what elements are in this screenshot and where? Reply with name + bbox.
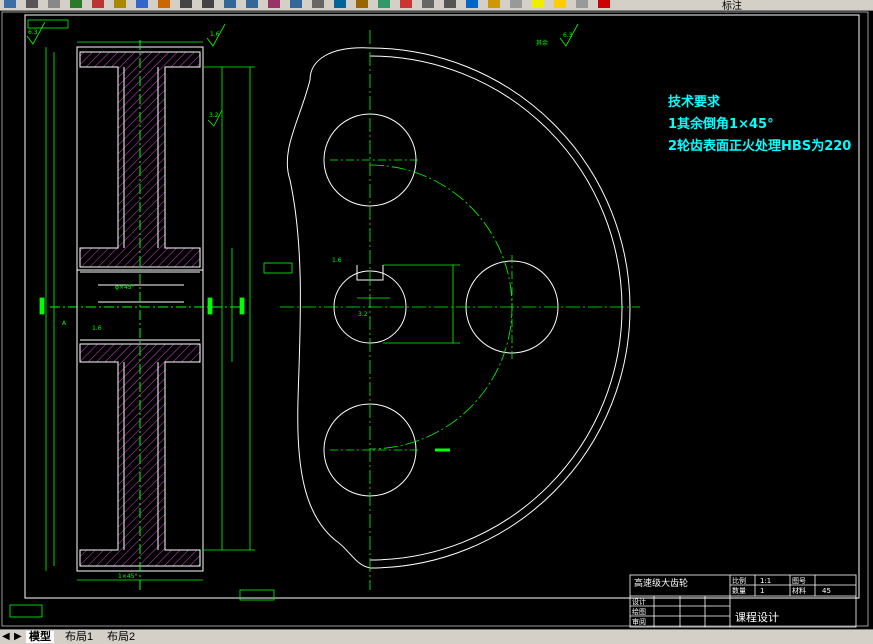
- cad-toolbar: 标注: [0, 0, 873, 11]
- calc-icon[interactable]: [422, 0, 434, 8]
- svg-text:A: A: [62, 320, 67, 327]
- svg-text:6.3: 6.3: [563, 32, 573, 39]
- svg-text:3.2: 3.2: [358, 311, 368, 318]
- technical-notes: 技术要求 1其余倒角1×45° 2轮齿表面正火处理HBS为220: [668, 94, 851, 154]
- svg-text:审阅: 审阅: [632, 617, 646, 626]
- svg-text:图号: 图号: [792, 577, 806, 585]
- match-icon[interactable]: [158, 0, 170, 8]
- lock-icon[interactable]: [576, 0, 588, 8]
- tab-layout1[interactable]: 布局1: [62, 631, 96, 643]
- front-view: [286, 47, 631, 569]
- properties-icon[interactable]: [312, 0, 324, 8]
- svg-text:φ×45°: φ×45°: [115, 284, 135, 291]
- svg-text:1.6: 1.6: [332, 257, 342, 264]
- pan-icon[interactable]: [224, 0, 236, 8]
- markup-icon[interactable]: [400, 0, 412, 8]
- preview-icon[interactable]: [48, 0, 60, 8]
- publish-icon[interactable]: [70, 0, 82, 8]
- drawing-canvas[interactable]: 6.3 1.6 3.2 1.6 φ×45° 1×45° A 6.3 其余 1.6…: [0, 11, 873, 629]
- table-icon[interactable]: [444, 0, 456, 8]
- layer-name-display[interactable]: 标注: [722, 0, 742, 10]
- nav-prev-icon[interactable]: ◀: [2, 631, 10, 642]
- cut-icon[interactable]: [92, 0, 104, 8]
- tab-layout2[interactable]: 布局2: [104, 631, 138, 643]
- drawing-svg: 6.3 1.6 3.2 1.6 φ×45° 1×45° A 6.3 其余 1.6…: [1, 11, 869, 628]
- svg-text:1: 1: [760, 587, 764, 595]
- svg-text:其余: 其余: [536, 39, 548, 47]
- svg-text:比例: 比例: [732, 576, 746, 585]
- svg-text:6.3: 6.3: [28, 29, 38, 36]
- nav-next-icon[interactable]: ▶: [14, 631, 22, 642]
- tab-model[interactable]: 模型: [26, 631, 54, 643]
- copy-icon[interactable]: [114, 0, 126, 8]
- tool-palette-icon[interactable]: [356, 0, 368, 8]
- bulb-icon[interactable]: [532, 0, 544, 8]
- svg-text:1×45°: 1×45°: [118, 573, 137, 580]
- layer-icon[interactable]: [488, 0, 500, 8]
- svg-text:45: 45: [822, 587, 831, 595]
- svg-text:高速级大齿轮: 高速级大齿轮: [634, 577, 688, 589]
- design-center-icon[interactable]: [334, 0, 346, 8]
- title-block-text: 高速级大齿轮 比例 1:1 图号 数量 1 材料 45 设计 绘图 审阅 课程设…: [632, 576, 831, 626]
- undo-icon[interactable]: [180, 0, 192, 8]
- zoom-window-icon[interactable]: [268, 0, 280, 8]
- save-icon[interactable]: [4, 0, 16, 8]
- redo-icon[interactable]: [202, 0, 214, 8]
- svg-text:1.6: 1.6: [92, 325, 102, 332]
- layout-tab-bar: ◀ ▶ 模型 布局1 布局2: [0, 629, 873, 644]
- svg-text:材料: 材料: [792, 586, 806, 595]
- svg-text:1其余倒角1×45°: 1其余倒角1×45°: [668, 116, 774, 132]
- help-icon[interactable]: [466, 0, 478, 8]
- layer-state-icon[interactable]: [510, 0, 522, 8]
- color-icon[interactable]: [598, 0, 610, 8]
- svg-text:设计: 设计: [632, 597, 646, 606]
- svg-text:课程设计: 课程设计: [735, 611, 779, 624]
- svg-text:3.2: 3.2: [209, 112, 219, 119]
- svg-text:1:1: 1:1: [760, 577, 771, 585]
- sheet-set-icon[interactable]: [378, 0, 390, 8]
- zoom-previous-icon[interactable]: [290, 0, 302, 8]
- print-icon[interactable]: [26, 0, 38, 8]
- sun-icon[interactable]: [554, 0, 566, 8]
- svg-text:绘图: 绘图: [632, 607, 646, 616]
- zoom-realtime-icon[interactable]: [246, 0, 258, 8]
- svg-text:数量: 数量: [732, 586, 746, 595]
- paste-icon[interactable]: [136, 0, 148, 8]
- svg-text:技术要求: 技术要求: [668, 94, 721, 110]
- section-view: [50, 40, 240, 590]
- svg-text:2轮齿表面正火处理HBS为220: 2轮齿表面正火处理HBS为220: [668, 138, 851, 154]
